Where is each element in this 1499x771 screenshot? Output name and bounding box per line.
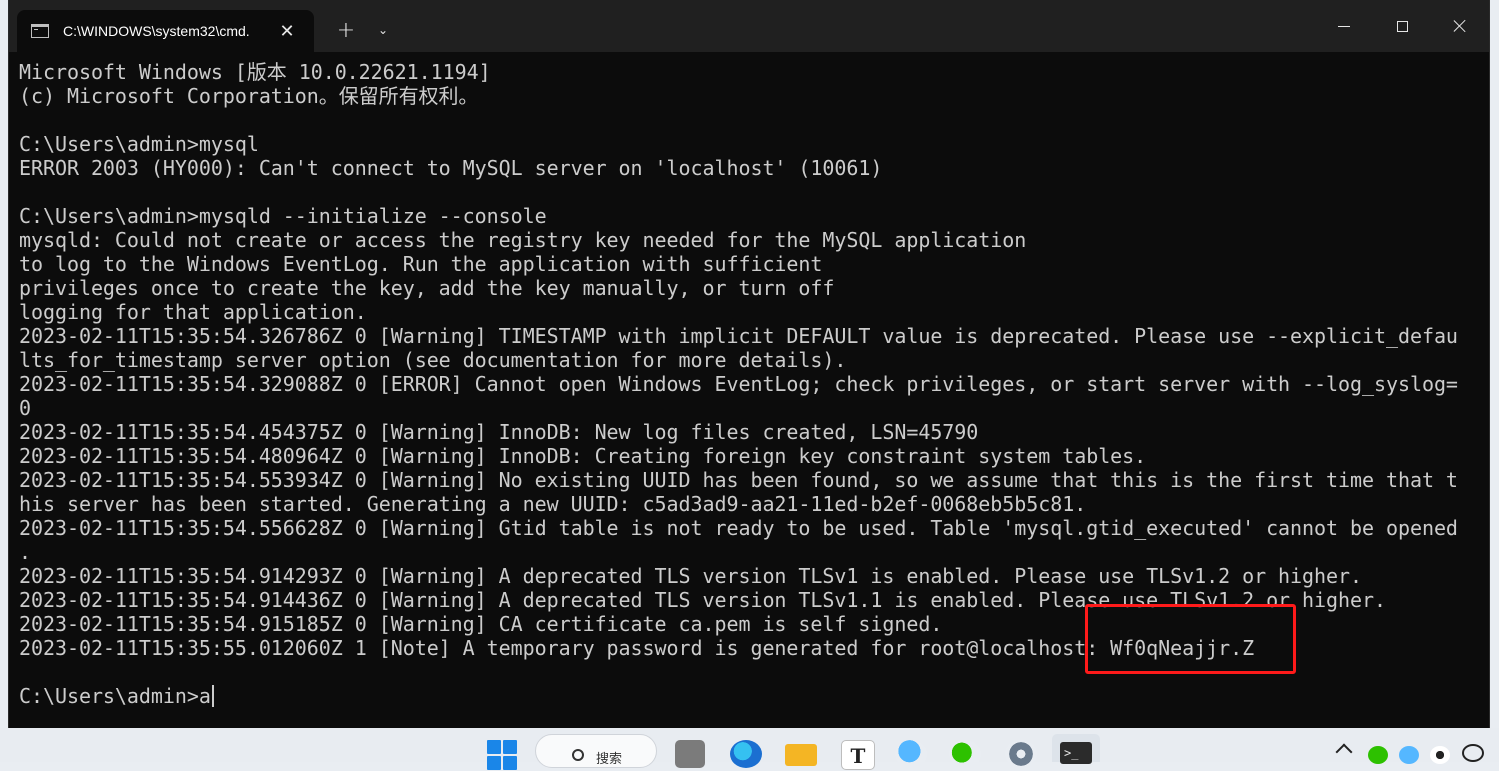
terminal-line: mysqld: Could not create or access the r… xyxy=(19,228,1027,252)
taskbar-search-box[interactable]: 搜索 xyxy=(535,734,657,768)
tab-dropdown-button[interactable]: ⌄ xyxy=(369,16,397,44)
terminal-line: 2023-02-11T15:35:54.329088Z 0 [ERROR] Ca… xyxy=(19,372,1458,396)
search-icon xyxy=(572,749,584,761)
terminal-line: 2023-02-11T15:35:54.553934Z 0 [Warning] … xyxy=(19,468,1458,492)
tray-panda-icon[interactable] xyxy=(1430,746,1450,764)
close-button[interactable] xyxy=(1431,8,1489,44)
terminal-line: ERROR 2003 (HY000): Can't connect to MyS… xyxy=(19,156,883,180)
new-tab-button[interactable]: + xyxy=(331,16,361,44)
tray-ime-icon[interactable] xyxy=(1462,744,1484,762)
settings-gear-icon[interactable] xyxy=(1005,740,1037,768)
console-icon xyxy=(31,24,49,38)
tab-close-button[interactable]: ✕ xyxy=(275,21,299,42)
terminal-line: 2023-02-11T15:35:54.480964Z 0 [Warning] … xyxy=(19,444,1147,468)
terminal-prompt-line[interactable]: C:\Users\admin>a xyxy=(19,684,1479,708)
typora-icon[interactable]: T xyxy=(841,740,875,770)
terminal-line: lts_for_timestamp server option (see doc… xyxy=(19,348,847,372)
terminal-line: his server has been started. Generating … xyxy=(19,492,1087,516)
maximize-button[interactable] xyxy=(1373,8,1431,44)
tray-qq-icon[interactable] xyxy=(1399,746,1419,764)
terminal-line: (c) Microsoft Corporation。保留所有权利。 xyxy=(19,84,479,108)
file-explorer-icon[interactable] xyxy=(785,744,817,766)
search-label: 搜索 xyxy=(596,751,623,767)
text-cursor xyxy=(211,685,214,707)
tray-chevron-up-icon[interactable] xyxy=(1335,743,1353,761)
minimize-button[interactable] xyxy=(1315,8,1373,44)
tab-title: C:\WINDOWS\system32\cmd. xyxy=(63,23,250,39)
terminal-input[interactable]: a xyxy=(199,684,211,708)
terminal-line: 2023-02-11T15:35:54.556628Z 0 [Warning] … xyxy=(19,516,1458,540)
terminal-line: C:\Users\admin>mysql xyxy=(19,132,259,156)
terminal-line: 2023-02-11T15:35:54.914293Z 0 [Warning] … xyxy=(19,564,1362,588)
password-highlight-box xyxy=(1085,604,1296,674)
terminal-line: Microsoft Windows [版本 10.0.22621.1194] xyxy=(19,60,491,84)
terminal-line: . xyxy=(19,540,31,564)
windows-start-icon[interactable] xyxy=(487,740,517,770)
terminal-line: 2023-02-11T15:35:54.454375Z 0 [Warning] … xyxy=(19,420,979,444)
title-bar[interactable]: C:\WINDOWS\system32\cmd. ✕ + ⌄ xyxy=(9,0,1489,52)
edge-browser-icon[interactable] xyxy=(730,740,762,768)
terminal-icon: >_ xyxy=(1060,742,1092,764)
terminal-taskbar-button[interactable]: >_ xyxy=(1052,734,1100,764)
terminal-line: to log to the Windows EventLog. Run the … xyxy=(19,252,823,276)
maximize-icon xyxy=(1396,20,1408,32)
terminal-line: privileges once to create the key, add t… xyxy=(19,276,835,300)
terminal-line: 2023-02-11T15:35:54.326786Z 0 [Warning] … xyxy=(19,324,1458,348)
terminal-line: logging for that application. xyxy=(19,300,367,324)
task-view-icon[interactable] xyxy=(675,740,705,768)
terminal-line: 0 xyxy=(19,396,31,420)
minimize-icon xyxy=(1338,25,1350,27)
wechat-icon[interactable] xyxy=(949,740,981,768)
taskbar: 搜索 T >_ xyxy=(0,728,1499,770)
tray-wechat-icon[interactable] xyxy=(1368,746,1388,764)
terminal-line: C:\Users\admin>mysqld --initialize --con… xyxy=(19,204,547,228)
close-icon xyxy=(1453,19,1467,33)
tab-cmd[interactable]: C:\WINDOWS\system32\cmd. ✕ xyxy=(17,10,314,52)
terminal-prompt: C:\Users\admin> xyxy=(19,684,199,708)
qq-icon[interactable] xyxy=(895,740,927,768)
